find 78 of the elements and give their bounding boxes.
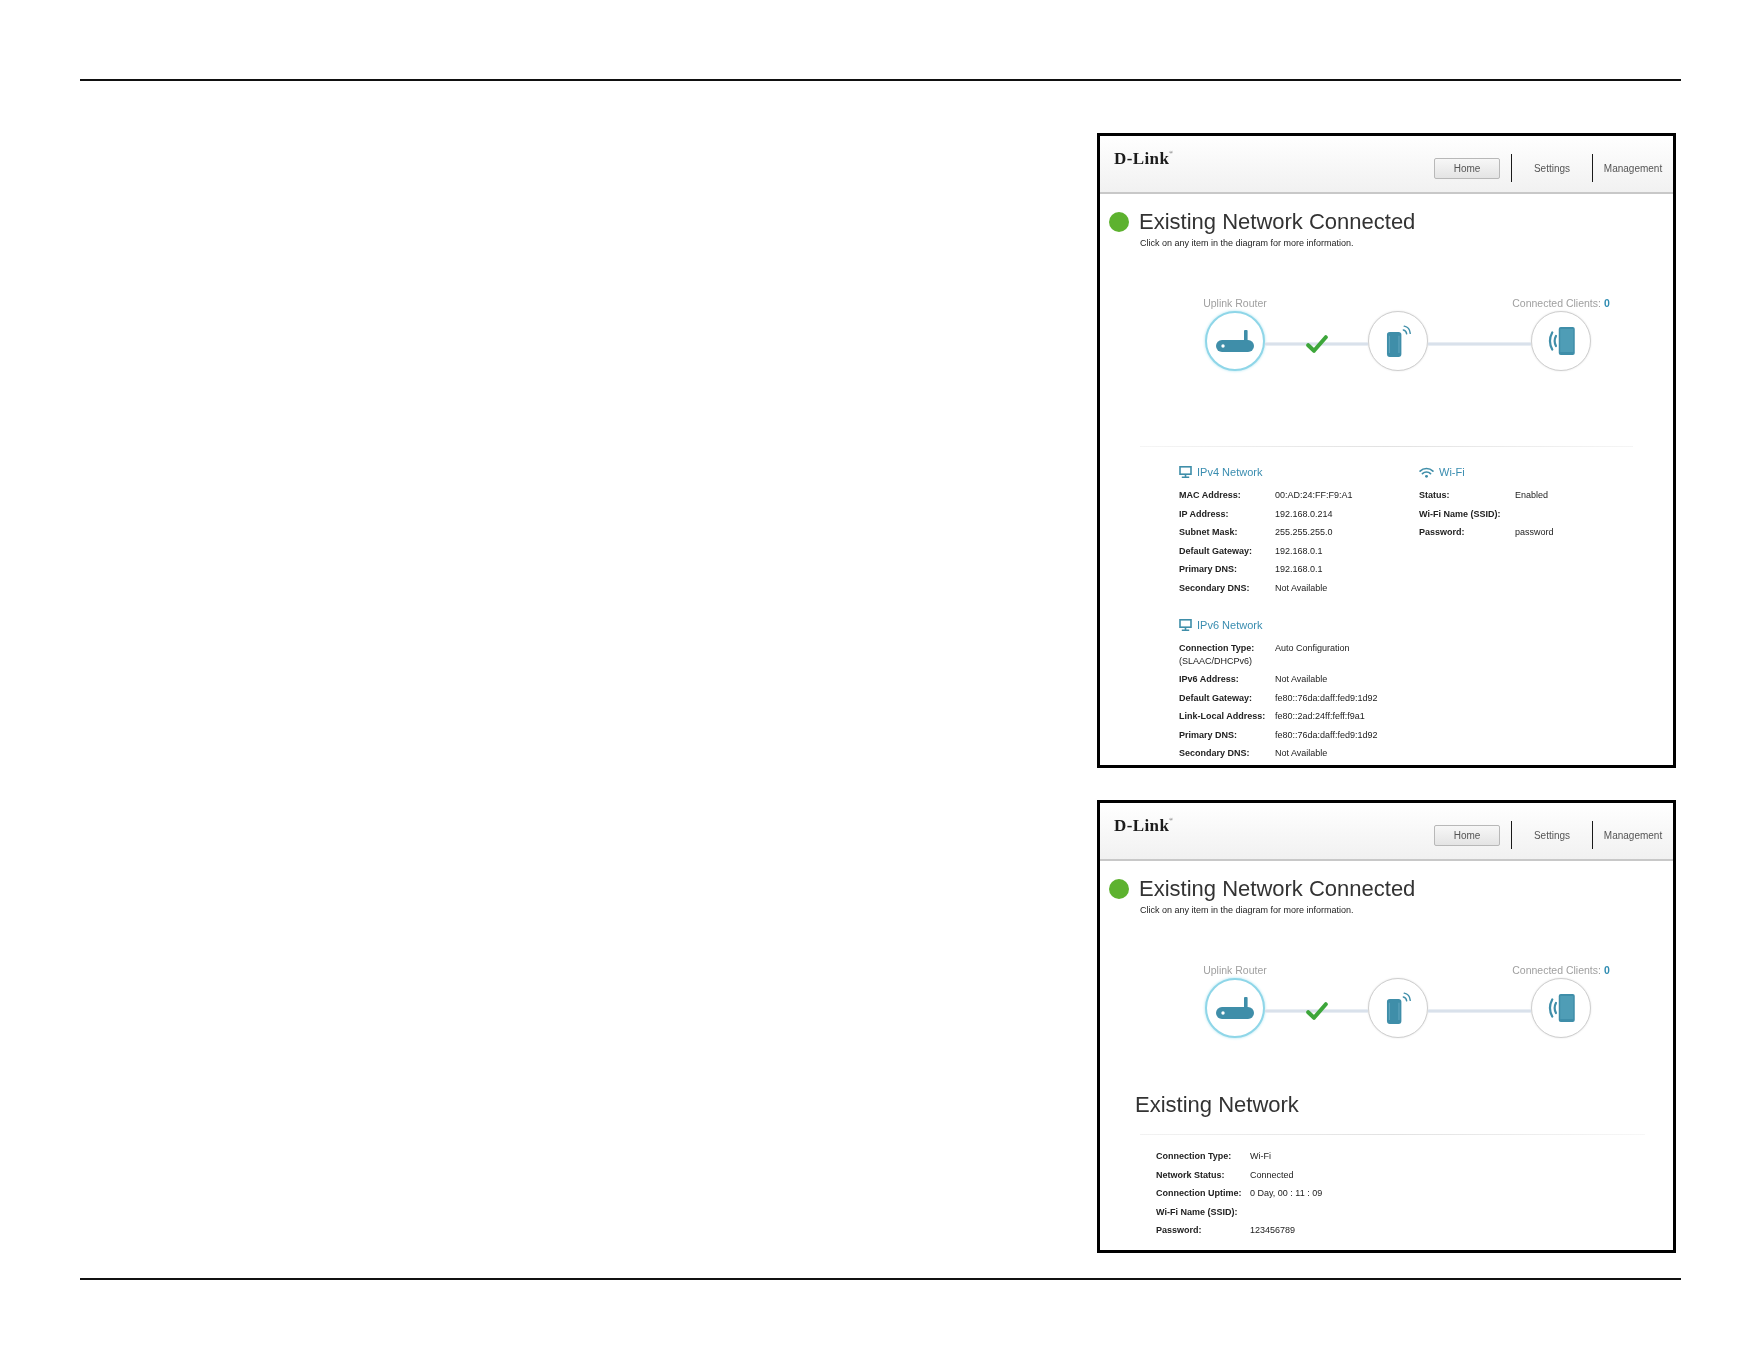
field-label: Default Gateway:	[1179, 544, 1253, 557]
field-label: Password:	[1419, 526, 1465, 539]
field-value: Not Available	[1275, 673, 1328, 686]
nav-tab[interactable]: Home	[1434, 157, 1500, 179]
field-label: MAC Address:	[1179, 489, 1241, 502]
nav-tab[interactable]: Home	[1434, 824, 1500, 846]
section-title: IPv4 Network	[1197, 465, 1263, 480]
field-value: fe80::76da:daff:fed9:1d92	[1275, 691, 1378, 704]
field-label: Secondary DNS:	[1179, 747, 1250, 760]
field-label: Default Gateway:	[1179, 691, 1253, 704]
field-label: Secondary DNS:	[1179, 581, 1250, 594]
section-heading: Existing Network	[1135, 1092, 1299, 1118]
status-subtitle: Click on any item in the diagram for more information.	[1140, 238, 1354, 249]
status-subtitle: Click on any item in the diagram for more information.	[1140, 905, 1354, 916]
diagram-node[interactable]	[1531, 311, 1591, 371]
diagram-node[interactable]	[1205, 311, 1265, 371]
field-value: 0 Day, 00 : 11 : 09	[1250, 1187, 1323, 1200]
node-label: Connected Clients:	[1512, 963, 1601, 977]
router-icon	[1216, 330, 1254, 352]
field-label: Network Status:	[1156, 1168, 1225, 1181]
logo: D-Link$^{®}$	[1114, 816, 1174, 836]
field-value: Enabled	[1515, 489, 1549, 502]
client-count: 0	[1603, 963, 1610, 977]
tablet-icon	[1547, 327, 1575, 355]
field-label: IP Address:	[1179, 507, 1229, 520]
field-value: 00:AD:24:FF:F9:A1	[1275, 489, 1353, 502]
status-title: Existing Network Connected	[1139, 209, 1416, 235]
field-value: 192.168.0.214	[1275, 507, 1333, 520]
check-icon	[1305, 335, 1328, 353]
field-value: Connected	[1250, 1168, 1294, 1181]
field-label: Status:	[1419, 489, 1450, 502]
field-value: Wi-Fi	[1250, 1150, 1271, 1163]
check-icon	[1305, 1002, 1328, 1020]
field-label: IPv6 Address:	[1179, 673, 1239, 686]
monitor-icon	[1179, 619, 1192, 631]
field-label: Connection Uptime:	[1156, 1187, 1242, 1200]
logo: D-Link$^{®}$	[1114, 149, 1174, 169]
node-label: Connected Clients:	[1512, 296, 1601, 310]
field-label: Connection Type:	[1156, 1150, 1232, 1163]
wifi-icon	[1419, 466, 1434, 478]
client-count: 0	[1603, 296, 1610, 310]
field-label: Connection Type:	[1179, 642, 1255, 655]
field-value: 123456789	[1250, 1224, 1296, 1237]
field-label: Link-Local Address:	[1179, 710, 1266, 723]
field-note: (SLAAC/DHCPv6)	[1179, 654, 1252, 667]
node-label: Uplink Router	[1203, 963, 1267, 977]
monitor-icon	[1179, 466, 1192, 478]
node-label: Uplink Router	[1203, 296, 1267, 310]
diagram-node[interactable]	[1368, 311, 1428, 371]
field-value: fe80::2ad:24ff:feff:f9a1	[1275, 710, 1365, 723]
field-value: Auto Configuration	[1275, 642, 1350, 655]
nav-tab[interactable]: Management	[1593, 824, 1673, 846]
nav-tab[interactable]: Settings	[1512, 824, 1592, 846]
field-label: Wi-Fi Name (SSID):	[1156, 1205, 1238, 1218]
status-title: Existing Network Connected	[1139, 876, 1416, 902]
field-value: password	[1515, 526, 1554, 539]
field-value: fe80::76da:daff:fed9:1d92	[1275, 728, 1378, 741]
diagram-node[interactable]	[1368, 978, 1428, 1038]
section-title: Wi-Fi	[1439, 465, 1465, 480]
section-title: IPv6 Network	[1197, 618, 1263, 633]
nav-tab[interactable]: Management	[1593, 157, 1673, 179]
tablet-icon	[1547, 994, 1575, 1022]
field-label: Subnet Mask:	[1179, 526, 1238, 539]
router-icon	[1216, 997, 1254, 1019]
field-label: Password:	[1156, 1224, 1202, 1237]
wifi-device-icon	[1385, 991, 1411, 1025]
diagram-node[interactable]	[1205, 978, 1265, 1038]
field-value: Not Available	[1275, 581, 1328, 594]
field-label: Primary DNS:	[1179, 563, 1238, 576]
field-value: 192.168.0.1	[1275, 544, 1323, 557]
field-value: Not Available	[1275, 747, 1328, 760]
field-label: Primary DNS:	[1179, 728, 1238, 741]
field-value: 192.168.0.1	[1275, 563, 1323, 576]
nav-tab[interactable]: Settings	[1512, 157, 1592, 179]
diagram-node[interactable]	[1531, 978, 1591, 1038]
field-value: 255.255.255.0	[1275, 526, 1333, 539]
wifi-device-icon	[1385, 324, 1411, 358]
field-label: Wi-Fi Name (SSID):	[1419, 507, 1501, 520]
